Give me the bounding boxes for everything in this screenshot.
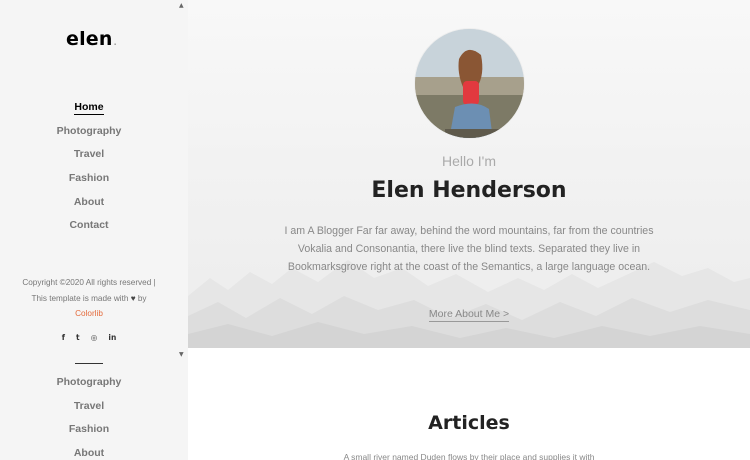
hero-section: Hello I'm Elen Henderson I am A Blogger … <box>188 0 750 348</box>
nav-item-photography[interactable]: Photography <box>0 122 178 146</box>
scroll-down-arrow-icon[interactable]: ▼ <box>179 351 184 358</box>
social-links: f t ◎ in <box>0 325 178 344</box>
hero-greeting: Hello I'm <box>441 153 497 169</box>
hero-bio: I am A Blogger Far far away, behind the … <box>284 225 654 273</box>
sidebar: ▲ elen. Home Photography Travel Fashion … <box>0 0 188 460</box>
articles-intro: A small river named Duden flows by their… <box>343 452 595 460</box>
linkedin-icon[interactable]: in <box>108 333 116 342</box>
nav-item-photography-2[interactable]: Photography <box>0 373 178 397</box>
nav-item-travel-2[interactable]: Travel <box>0 397 178 421</box>
nav-item-contact[interactable]: Contact <box>0 216 178 240</box>
more-about-me-link[interactable]: More About Me > <box>188 308 750 322</box>
nav-item-home[interactable]: Home <box>0 98 178 122</box>
heart-icon: ♥ <box>130 293 136 303</box>
sidebar-nav-repeat: Photography Travel Fashion About <box>0 373 178 460</box>
copyright-text: Copyright ©2020 All rights reserved | Th… <box>0 275 178 322</box>
logo-text: elen <box>66 28 113 50</box>
facebook-icon[interactable]: f <box>62 333 65 342</box>
profile-photo <box>415 29 524 138</box>
scroll-up-arrow-icon[interactable]: ▲ <box>179 2 184 9</box>
copyright-line: Copyright ©2020 All rights reserved | Th… <box>22 278 156 303</box>
nav-item-about[interactable]: About <box>0 193 178 217</box>
logo-dot: . <box>113 38 117 47</box>
site-logo[interactable]: elen. <box>66 28 117 50</box>
twitter-icon[interactable]: t <box>76 333 80 342</box>
sidebar-divider <box>75 363 103 364</box>
instagram-icon[interactable]: ◎ <box>91 333 98 342</box>
nav-item-fashion[interactable]: Fashion <box>0 169 178 193</box>
nav-item-about-2[interactable]: About <box>0 444 178 460</box>
colorlib-link[interactable]: Colorlib <box>75 309 103 318</box>
copyright-by: by <box>137 293 147 303</box>
hero-name: Elen Henderson <box>371 178 567 203</box>
nav-item-fashion-2[interactable]: Fashion <box>0 420 178 444</box>
nav-item-travel[interactable]: Travel <box>0 145 178 169</box>
sidebar-nav: Home Photography Travel Fashion About Co… <box>0 98 178 240</box>
profile-avatar <box>414 28 525 139</box>
articles-title: Articles <box>428 412 510 434</box>
